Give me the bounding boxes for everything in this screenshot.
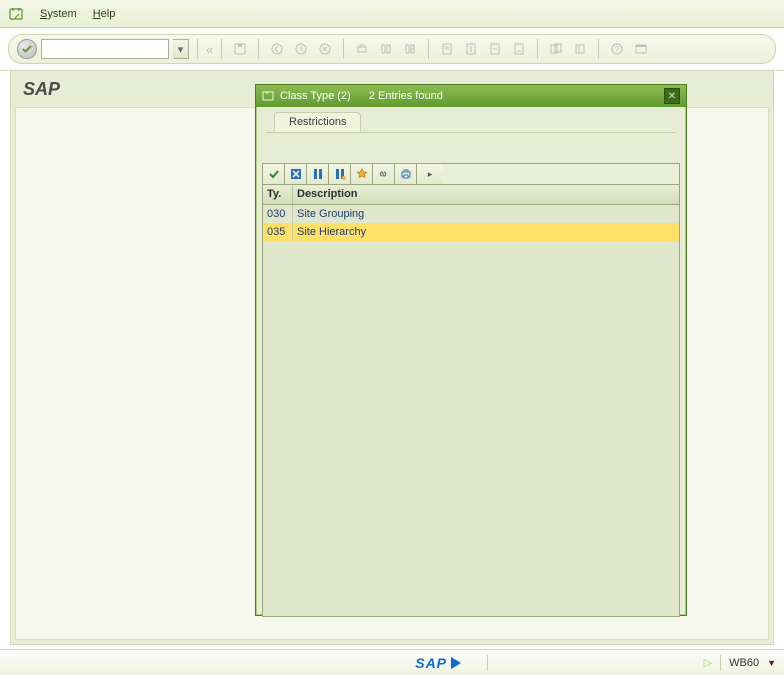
tab-restrictions[interactable]: Restrictions: [274, 112, 361, 132]
dialog-title-icon: [262, 90, 274, 102]
dialog-toolbar: ▸: [262, 163, 680, 185]
dialog-title-text: Class Type (2): [280, 90, 351, 102]
menu-system[interactable]: System: [40, 8, 77, 20]
dialog-titlebar: Class Type (2) 2 Entries found ✕: [256, 85, 686, 107]
help-icon: ?: [607, 39, 627, 59]
back-icon: [267, 39, 287, 59]
find-icon: [376, 39, 396, 59]
cell-description: Site Hierarchy: [293, 223, 679, 241]
col-header-description[interactable]: Description: [293, 185, 679, 204]
toolbar-separator: [221, 39, 222, 59]
cancel-dialog-button[interactable]: [285, 164, 307, 184]
search-help-dialog: Class Type (2) 2 Entries found ✕ Restric…: [255, 84, 687, 616]
next-page-icon: [485, 39, 505, 59]
first-page-icon: [437, 39, 457, 59]
application-toolbar-wrap: ▾ « ?: [0, 28, 784, 71]
svg-text:?: ?: [615, 45, 620, 54]
cell-ty: 030: [263, 205, 293, 223]
cell-description: Site Grouping: [293, 205, 679, 223]
new-session-icon: [546, 39, 566, 59]
find-button[interactable]: [307, 164, 329, 184]
last-page-icon: [509, 39, 529, 59]
dialog-entries-found: 2 Entries found: [369, 90, 443, 102]
table-row[interactable]: 030Site Grouping: [263, 205, 679, 223]
find-next-icon: [400, 39, 420, 59]
toolbar-separator: [537, 39, 538, 59]
toolbar-separator: [197, 39, 198, 59]
prev-page-icon: [461, 39, 481, 59]
application-toolbar: ▾ « ?: [8, 34, 776, 64]
print-list-button[interactable]: [395, 164, 417, 184]
command-field[interactable]: [41, 39, 169, 59]
table-row[interactable]: 035Site Hierarchy: [263, 223, 679, 241]
grid-header: Ty. Description: [263, 185, 679, 205]
choose-button[interactable]: [263, 164, 285, 184]
col-header-ty[interactable]: Ty.: [263, 185, 293, 204]
nav-back-icon: «: [206, 42, 213, 57]
exit-icon: [291, 39, 311, 59]
personal-list-button[interactable]: [351, 164, 373, 184]
cancel-icon: [315, 39, 335, 59]
toolbar-separator: [428, 39, 429, 59]
menu-help[interactable]: Help: [93, 8, 116, 20]
transaction-code[interactable]: WB60: [729, 657, 759, 669]
dialog-close-button[interactable]: ✕: [664, 88, 680, 104]
status-bar: SAP ▷ WB60 ▼: [0, 649, 784, 675]
menu-bar: System Help: [0, 0, 784, 28]
save-icon: [230, 39, 250, 59]
toolbar-separator: [343, 39, 344, 59]
status-indicator-icon: ▷: [704, 656, 712, 669]
print-icon: [352, 39, 372, 59]
enter-button[interactable]: [17, 39, 37, 59]
layout-icon: [631, 39, 651, 59]
toolbar-separator: [598, 39, 599, 59]
sap-logo: SAP: [415, 655, 447, 671]
menu-app-icon[interactable]: [8, 6, 24, 22]
print-list-dropdown[interactable]: ▸: [417, 164, 443, 184]
toolbar-separator: [258, 39, 259, 59]
find-more-button[interactable]: [329, 164, 351, 184]
shortcut-icon: [570, 39, 590, 59]
command-dropdown[interactable]: ▾: [173, 39, 189, 59]
cell-ty: 035: [263, 223, 293, 241]
status-dropdown-icon[interactable]: ▼: [767, 658, 776, 668]
result-grid: Ty. Description 030Site Grouping035Site …: [262, 185, 680, 617]
dialog-tabstrip: Restrictions: [256, 107, 686, 133]
technical-info-button[interactable]: [373, 164, 395, 184]
